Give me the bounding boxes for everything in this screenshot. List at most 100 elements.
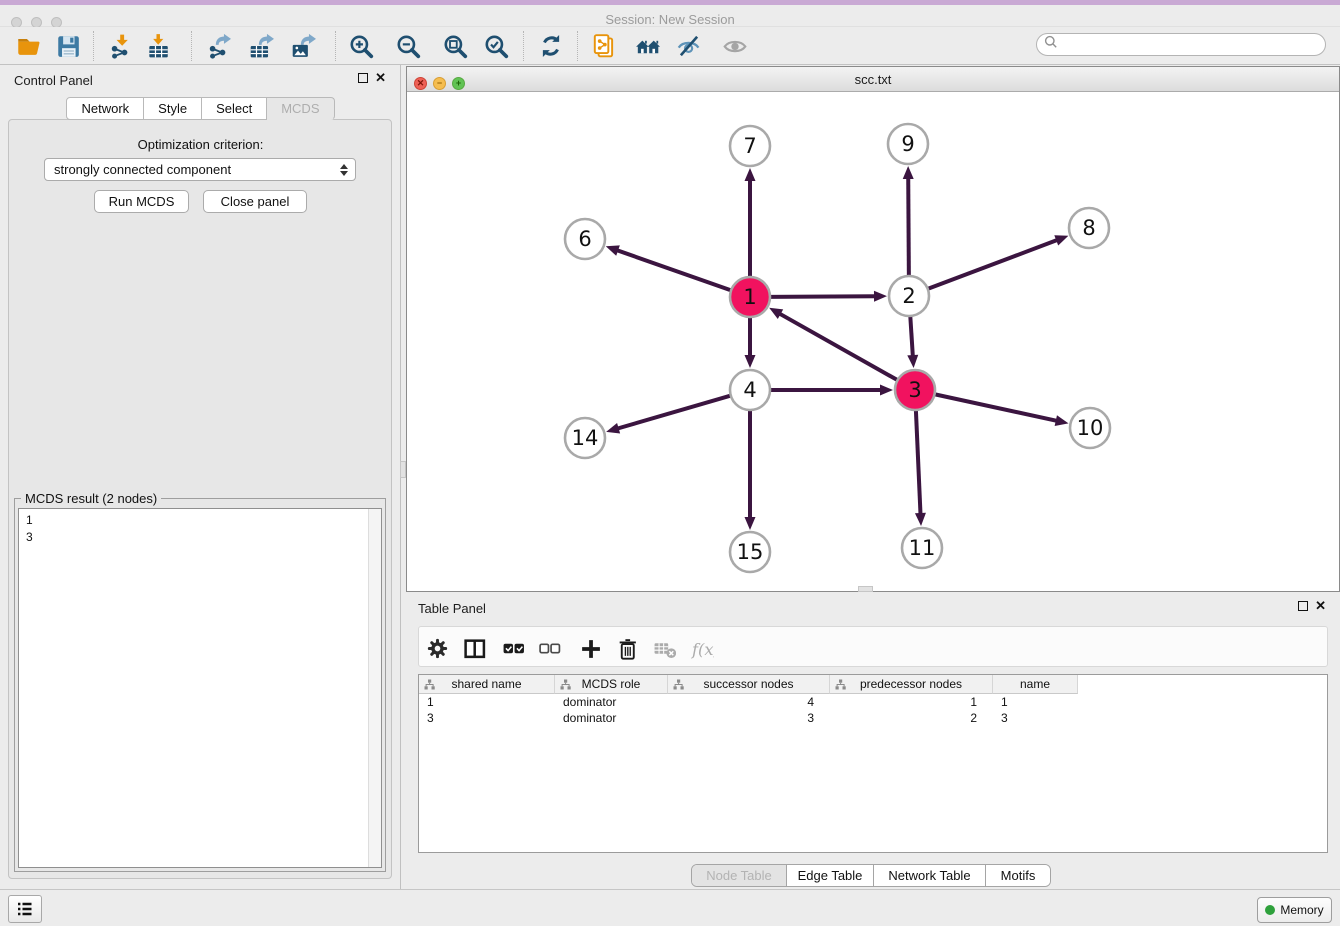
tab-motifs[interactable]: Motifs — [986, 865, 1050, 886]
import-network-icon[interactable] — [106, 32, 134, 60]
tab-node-table[interactable]: Node Table — [692, 865, 787, 886]
tab-select[interactable]: Select — [202, 97, 267, 120]
search-input[interactable] — [1062, 38, 1312, 52]
houses-icon[interactable] — [634, 32, 662, 60]
graph-edge-3-1[interactable] — [780, 314, 898, 380]
graph-edge-arrowhead — [745, 168, 756, 181]
float-panel-icon[interactable] — [358, 73, 368, 83]
network-window-titlebar[interactable]: ✕−+ scc.txt — [407, 67, 1339, 92]
table-cell[interactable]: 4 — [668, 694, 830, 710]
memory-status-icon — [1265, 905, 1275, 915]
graph-edge-2-9[interactable] — [908, 178, 909, 276]
deselect-all-icon[interactable] — [537, 636, 561, 660]
zoom-out-icon[interactable] — [394, 32, 422, 60]
table-cell[interactable]: 3 — [993, 710, 1078, 726]
node-table-header: shared nameMCDS rolesuccessor nodesprede… — [419, 675, 1327, 694]
main-toolbar — [0, 27, 1340, 65]
zoom-in-icon[interactable] — [347, 32, 375, 60]
graph-edge-2-8[interactable] — [928, 240, 1057, 289]
close-table-panel-icon[interactable]: ✕ — [1315, 601, 1326, 611]
table-row[interactable]: 1dominator411 — [419, 694, 1327, 710]
graph-edge-arrowhead — [745, 355, 756, 368]
graph-node-10[interactable]: 10 — [1070, 408, 1110, 448]
graph-node-label: 11 — [909, 536, 936, 560]
gear-icon[interactable] — [425, 636, 449, 660]
table-panel-title: Table Panel — [418, 601, 486, 616]
graph-node-2[interactable]: 2 — [889, 276, 929, 316]
graph-node-15[interactable]: 15 — [730, 532, 770, 572]
trash-icon[interactable] — [615, 636, 639, 660]
mcds-result-scrollbar[interactable] — [368, 509, 381, 867]
memory-button[interactable]: Memory — [1257, 897, 1332, 923]
graph-edge-3-11[interactable] — [916, 410, 921, 514]
network-view-title: scc.txt — [407, 72, 1339, 87]
search-box[interactable] — [1036, 33, 1326, 56]
table-row[interactable]: 3dominator323 — [419, 710, 1327, 726]
refresh-icon[interactable] — [537, 32, 565, 60]
table-cell[interactable]: 3 — [668, 710, 830, 726]
table-cell[interactable]: 1 — [419, 694, 555, 710]
graph-edge-1-6[interactable] — [617, 250, 731, 290]
table-cell[interactable]: 1 — [993, 694, 1078, 710]
export-table-icon[interactable] — [247, 32, 275, 60]
table-cell[interactable]: dominator — [555, 710, 668, 726]
list-icon — [14, 898, 36, 920]
eye-icon — [721, 32, 749, 60]
tab-mcds[interactable]: MCDS — [267, 97, 334, 120]
mcds-result-textarea[interactable]: 13 — [18, 508, 382, 868]
graph-node-4[interactable]: 4 — [730, 370, 770, 410]
table-cell[interactable]: 1 — [830, 694, 993, 710]
graph-edge-1-2[interactable] — [770, 296, 875, 297]
horizontal-splitter-handle[interactable] — [858, 586, 873, 592]
table-cell[interactable]: 2 — [830, 710, 993, 726]
column-header-name[interactable]: name — [993, 675, 1078, 694]
tab-style[interactable]: Style — [144, 97, 202, 120]
memory-label: Memory — [1280, 903, 1323, 917]
column-header-predecessor-nodes[interactable]: predecessor nodes — [830, 675, 993, 694]
export-image-icon[interactable] — [289, 32, 317, 60]
graph-node-3[interactable]: 3 — [895, 370, 935, 410]
import-table-icon[interactable] — [144, 32, 172, 60]
graph-edge-4-14[interactable] — [618, 396, 731, 429]
float-table-panel-icon[interactable] — [1298, 601, 1308, 611]
save-icon[interactable] — [54, 32, 82, 60]
graph-node-8[interactable]: 8 — [1069, 208, 1109, 248]
graph-edge-2-3[interactable] — [910, 316, 913, 356]
graph-node-6[interactable]: 6 — [565, 219, 605, 259]
run-mcds-button[interactable]: Run MCDS — [94, 190, 189, 213]
export-network-icon[interactable] — [204, 32, 232, 60]
close-panel-icon[interactable]: ✕ — [375, 73, 386, 83]
graph-node-11[interactable]: 11 — [902, 528, 942, 568]
tab-network[interactable]: Network — [66, 97, 144, 120]
tab-network-table[interactable]: Network Table — [874, 865, 986, 886]
table-panel-window-buttons: ✕ — [1298, 601, 1326, 611]
eye-slash-icon[interactable] — [675, 32, 703, 60]
folder-open-icon[interactable] — [14, 32, 42, 60]
column-type-icon — [673, 679, 684, 693]
column-header-MCDS-role[interactable]: MCDS role — [555, 675, 668, 694]
document-network-icon[interactable] — [590, 32, 618, 60]
table-cell[interactable]: dominator — [555, 694, 668, 710]
zoom-selected-icon[interactable] — [482, 32, 510, 60]
network-canvas[interactable]: 7 9 6 8 1 2 4 3 14 10 15 11 — [407, 92, 1339, 591]
column-type-icon — [835, 679, 846, 693]
graph-node-7[interactable]: 7 — [730, 126, 770, 166]
column-header-successor-nodes[interactable]: successor nodes — [668, 675, 830, 694]
select-all-icon[interactable] — [501, 636, 525, 660]
toolbar-separator — [93, 31, 94, 61]
table-cell[interactable]: 3 — [419, 710, 555, 726]
tab-edge-table[interactable]: Edge Table — [787, 865, 874, 886]
close-panel-button[interactable]: Close panel — [203, 190, 307, 213]
column-header-shared-name[interactable]: shared name — [419, 675, 555, 694]
add-icon[interactable] — [578, 636, 602, 660]
graph-node-1[interactable]: 1 — [730, 277, 770, 317]
optimization-criterion-select[interactable]: strongly connected component — [44, 158, 356, 181]
columns-icon[interactable] — [462, 636, 486, 660]
graph-node-14[interactable]: 14 — [565, 418, 605, 458]
window-title: Session: New Session — [0, 12, 1340, 27]
task-history-button[interactable] — [8, 895, 42, 923]
graph-node-9[interactable]: 9 — [888, 124, 928, 164]
graph-edge-3-10[interactable] — [935, 394, 1057, 421]
zoom-fit-icon[interactable] — [441, 32, 469, 60]
vertical-splitter-handle[interactable] — [400, 461, 406, 478]
